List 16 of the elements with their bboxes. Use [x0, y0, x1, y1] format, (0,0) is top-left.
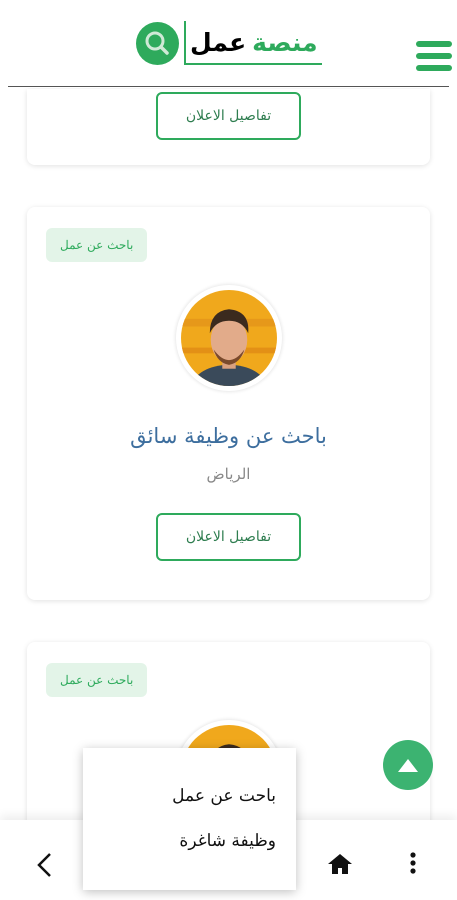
location: الرياض: [206, 464, 250, 485]
more-icon[interactable]: [410, 852, 416, 874]
logo-text: منصة: [252, 30, 318, 54]
search-logo-icon: [136, 22, 179, 64]
menu-icon[interactable]: [416, 41, 452, 71]
badge: باحث عن عمل: [46, 663, 148, 697]
menu-item[interactable]: باحت عن عمل: [103, 784, 276, 809]
badge: باحث عن عمل: [46, 228, 148, 262]
ad-title: باحث عن وظيفة سائق: [130, 423, 327, 450]
details-button[interactable]: تفاصيل الاعلان: [156, 92, 301, 140]
menu-item[interactable]: وظيفة شاغرة: [103, 829, 276, 854]
logo-text: عمل: [190, 30, 246, 54]
details-button[interactable]: تفاصيل الاعلان: [156, 513, 301, 561]
back-icon[interactable]: [36, 852, 52, 878]
up-arrow-icon: [398, 758, 418, 772]
home-icon[interactable]: [328, 854, 352, 874]
